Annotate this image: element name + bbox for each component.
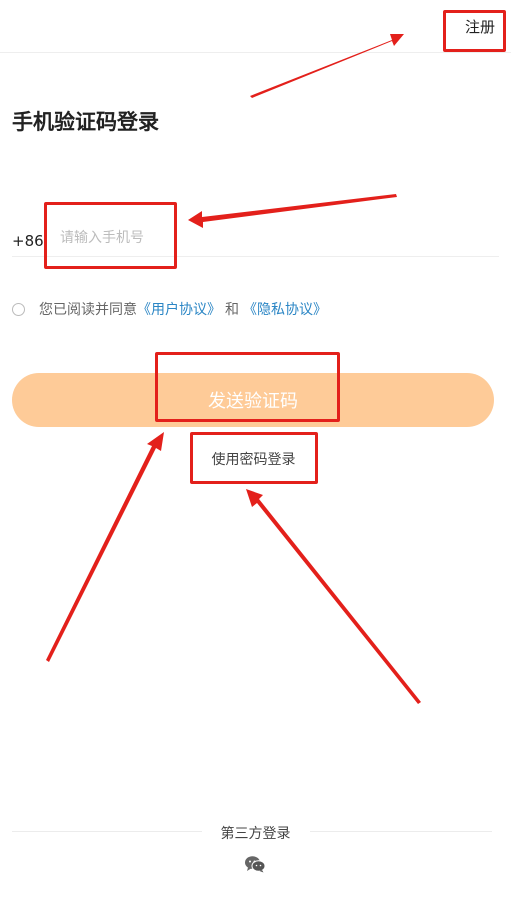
agreement-row: 您已阅读并同意 《用户协议》 和 《隐私协议》 [12,299,327,319]
privacy-agreement-link[interactable]: 《隐私协议》 [243,299,327,319]
page-title: 手机验证码登录 [12,110,159,134]
arrow-password-login [246,489,421,704]
phone-input-highlight-box [44,202,177,269]
arrow-send-code [46,432,164,662]
password-login-highlight-box [190,432,318,484]
country-code[interactable]: +86 [12,232,44,250]
user-agreement-link[interactable]: 《用户协议》 [137,299,221,319]
agreement-prefix: 您已阅读并同意 [39,302,137,318]
agree-radio[interactable] [12,302,25,316]
send-code-highlight-box [155,352,340,422]
register-highlight-box [443,10,506,52]
top-bar: 注册 [0,0,511,53]
wechat-icon[interactable] [244,855,266,873]
third-party-label: 第三方登录 [220,826,291,842]
agreement-and: 和 [225,302,239,318]
